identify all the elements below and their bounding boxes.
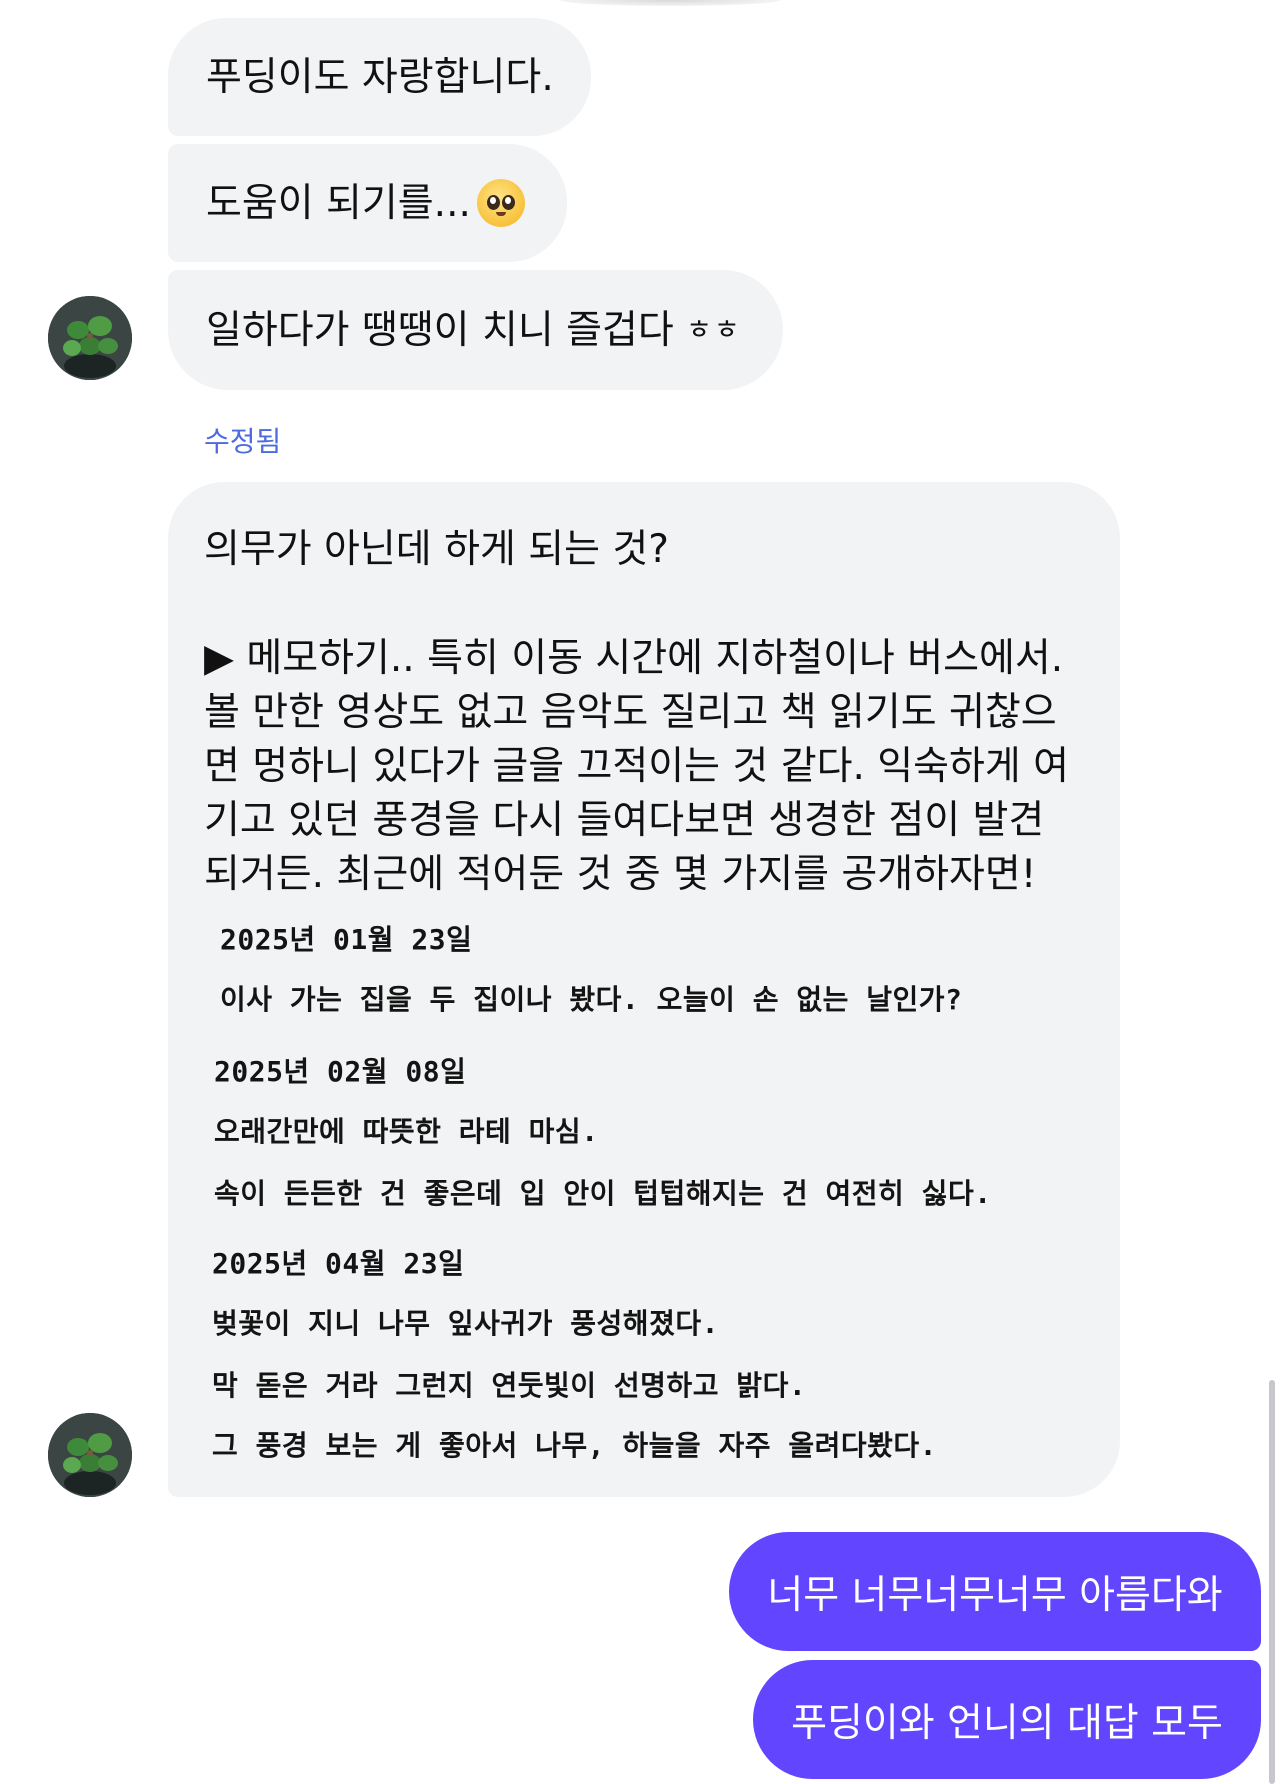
memo-line: 막 돋은 거라 그런지 연둣빛이 선명하고 밝다. bbox=[212, 1369, 807, 1402]
message-text: 푸딩이와 언니의 대답 모두 bbox=[791, 1700, 1223, 1746]
memo-date: 2025년 04월 23일 bbox=[212, 1247, 465, 1280]
plant-avatar-icon bbox=[48, 296, 132, 380]
message-text: 푸딩이도 자랑합니다. bbox=[206, 54, 554, 100]
memo-line: 속이 든든한 건 좋은데 입 안이 텁텁해지는 건 여전히 싫다. bbox=[214, 1177, 992, 1210]
memo-line: 오래간만에 따뜻한 라테 마심. bbox=[214, 1115, 599, 1148]
message-text: 도움이 되기를... bbox=[206, 180, 471, 226]
avatar[interactable] bbox=[48, 1413, 132, 1497]
message-bubble-outgoing[interactable]: 너무 너무너무너무 아름다와 bbox=[729, 1532, 1261, 1651]
pleading-face-icon bbox=[476, 179, 525, 227]
message-bubble-outgoing[interactable]: 푸딩이와 언니의 대답 모두 bbox=[753, 1660, 1261, 1779]
scrollbar[interactable] bbox=[1269, 1380, 1275, 1784]
avatar[interactable] bbox=[48, 296, 132, 380]
plant-avatar-icon bbox=[48, 1413, 132, 1497]
paragraph-line: 면 멍하니 있다가 글을 끄적이는 것 같다. 익숙하게 여 bbox=[204, 744, 1070, 789]
paragraph-line: 볼 만한 영상도 없고 음악도 질리고 책 읽기도 귀찮으 bbox=[204, 690, 1057, 735]
message-bubble-incoming-long[interactable]: 의무가 아닌데 하게 되는 것? ▶ 메모하기.. 특히 이동 시간에 지하철이… bbox=[168, 482, 1120, 1497]
paragraph-line: 되거든. 최근에 적어둔 것 중 몇 가지를 공개하자면! bbox=[204, 852, 1037, 897]
message-bubble-incoming[interactable]: 푸딩이도 자랑합니다. bbox=[168, 18, 591, 136]
message-bubble-incoming[interactable]: 일하다가 땡땡이 치니 즐겁다 ㅎㅎ bbox=[168, 270, 783, 390]
memo-date: 2025년 01월 23일 bbox=[220, 923, 473, 956]
edited-label: 수정됨 bbox=[204, 425, 282, 458]
message-text-suffix: ㅎㅎ bbox=[686, 313, 742, 346]
memo-line: 벚꽃이 지니 나무 잎사귀가 풍성해졌다. bbox=[212, 1307, 719, 1340]
message-bubble-incoming[interactable]: 도움이 되기를... bbox=[168, 144, 567, 262]
message-text: 너무 너무너무너무 아름다와 bbox=[767, 1572, 1223, 1618]
message-paragraph: ▶ 메모하기.. 특히 이동 시간에 지하철이나 버스에서. 볼 만한 영상도 … bbox=[204, 632, 1094, 902]
scroll-fade bbox=[560, 0, 780, 6]
paragraph-line: ▶ 메모하기.. 특히 이동 시간에 지하철이나 버스에서. bbox=[204, 636, 1064, 681]
message-question: 의무가 아닌데 하게 되는 것? bbox=[204, 527, 669, 572]
memo-line: 이사 가는 집을 두 집이나 봤다. 오늘이 손 없는 날인가? bbox=[220, 983, 963, 1016]
message-text: 일하다가 땡땡이 치니 즐겁다 bbox=[206, 307, 674, 353]
paragraph-line: 기고 있던 풍경을 다시 들여다보면 생경한 점이 발견 bbox=[204, 798, 1045, 843]
memo-date: 2025년 02월 08일 bbox=[214, 1055, 467, 1088]
memo-line: 그 풍경 보는 게 좋아서 나무, 하늘을 자주 올려다봤다. bbox=[212, 1429, 938, 1462]
